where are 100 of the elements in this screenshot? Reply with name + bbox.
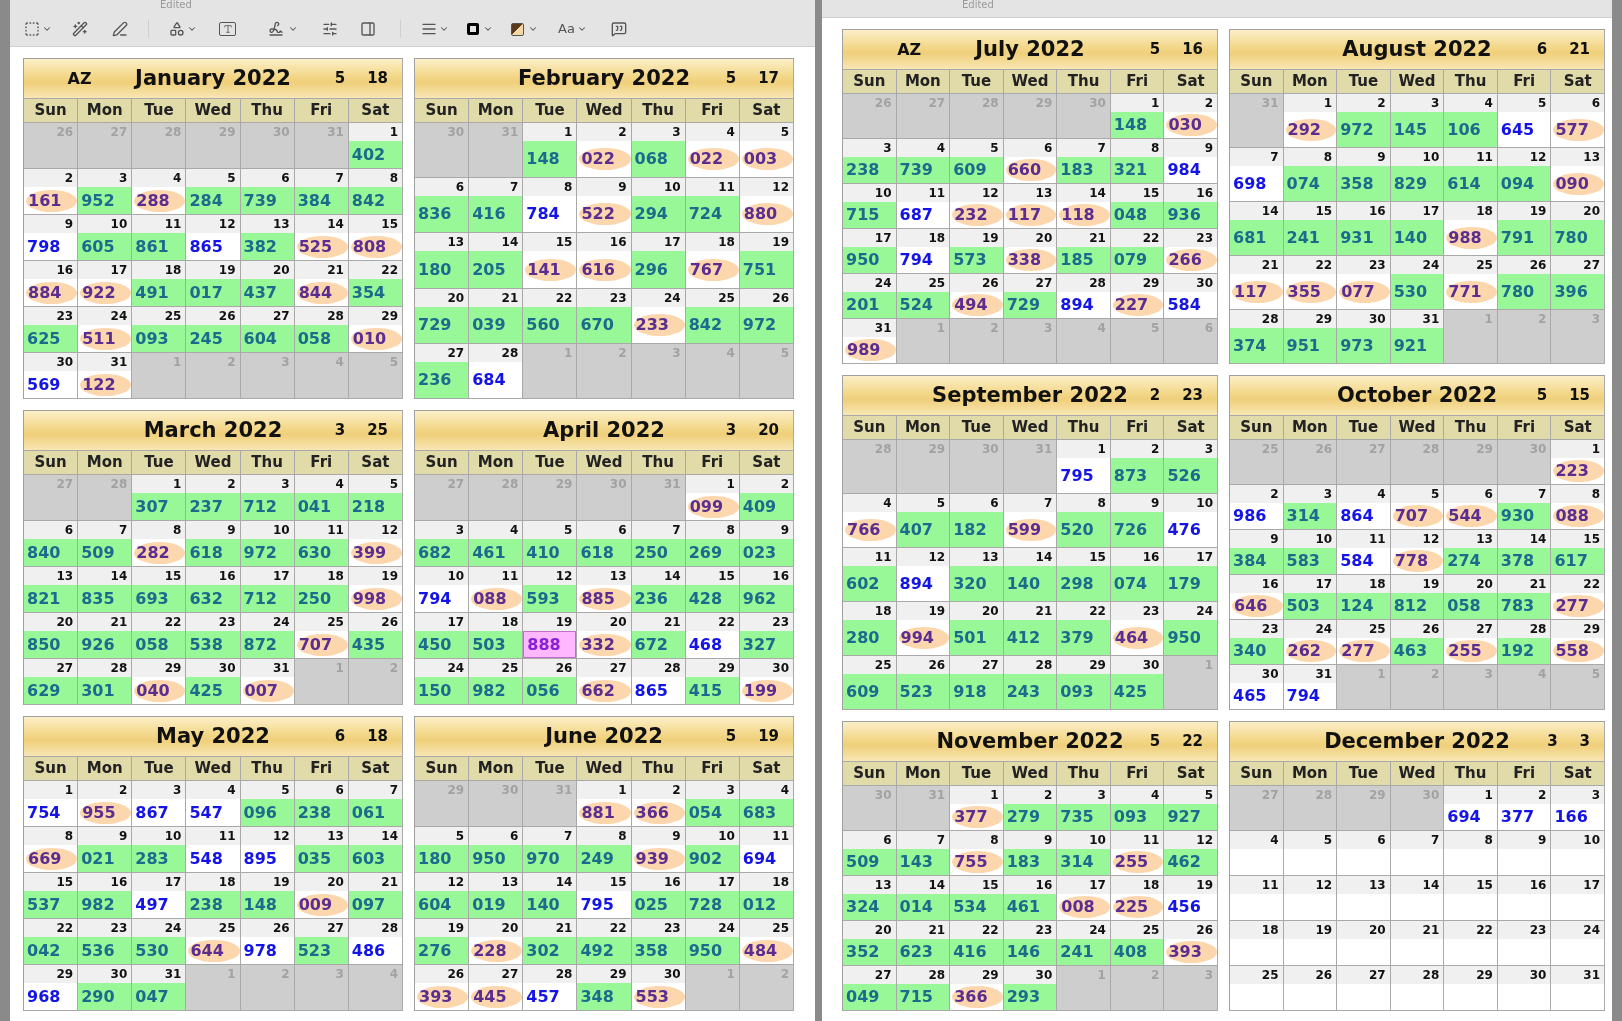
day-value: 238: [843, 157, 896, 183]
day-number: 11: [1337, 530, 1390, 548]
day-value: 623: [896, 939, 950, 965]
day-number: 2: [1164, 94, 1217, 112]
day-number: 25: [1444, 256, 1497, 274]
day-value: 503: [469, 631, 523, 658]
day-value: 751: [739, 251, 793, 288]
day-value: 584: [1340, 550, 1374, 572]
day-number: 27: [1337, 966, 1390, 984]
weekday-label: Thu: [240, 757, 295, 781]
day-number: 4: [469, 521, 523, 539]
day-value: 921: [1390, 328, 1444, 363]
day-number: 11: [1230, 876, 1283, 894]
day-number: 24: [1057, 921, 1110, 939]
day-value: 694: [1447, 806, 1481, 828]
day-number: 19: [348, 567, 402, 585]
highlighted-value: 988: [1446, 226, 1497, 249]
day-number: 15: [950, 876, 1003, 894]
day-number: 16: [631, 873, 685, 891]
day-value: 192: [1497, 638, 1551, 664]
month-title: October 2022: [1336, 381, 1498, 409]
day-number: 3: [843, 139, 896, 157]
day-number: 5: [415, 827, 469, 845]
day-number: 1: [348, 123, 402, 141]
day-value: 842: [348, 187, 402, 214]
day-number: 24: [415, 659, 469, 677]
highlighted-value: 077: [1339, 280, 1390, 303]
day-value: 409: [739, 493, 793, 520]
day-number: 31: [1283, 665, 1337, 683]
day-number: 5: [1164, 786, 1217, 804]
weekday-label: Fri: [1110, 762, 1165, 786]
text-style-tool[interactable]: Aa: [554, 18, 591, 40]
weekday-label: Sat: [739, 99, 794, 123]
highlighted-value: 090: [1553, 172, 1604, 195]
day-number: 21: [348, 873, 402, 891]
day-value: 041: [294, 493, 348, 520]
weekday-label: Sat: [348, 757, 403, 781]
day-number: 20: [843, 921, 896, 939]
day-number: 27: [843, 966, 896, 984]
day-value: 728: [685, 891, 739, 918]
day-number: 13: [469, 873, 523, 891]
day-value: 307: [132, 493, 186, 520]
weekday-label: Fri: [685, 99, 740, 123]
day-value: 237: [186, 493, 240, 520]
weekday-label: Fri: [1110, 70, 1165, 94]
day-number: 30: [1164, 274, 1217, 292]
day-value: 872: [240, 631, 294, 658]
weekday-label: Mon: [1283, 416, 1338, 440]
day-number: 15: [1110, 184, 1164, 202]
highlighted-value: 288: [134, 189, 186, 212]
highlighted-value: 266: [1166, 249, 1217, 271]
weekday-label: Sun: [24, 757, 79, 781]
day-value: 970: [523, 845, 577, 872]
day-number: 1: [1110, 94, 1164, 112]
chevron-icon: [576, 24, 587, 34]
day-number: 21: [631, 613, 685, 631]
shapes-icon: [169, 21, 185, 37]
day-value: 097: [348, 891, 402, 918]
day-number: 16: [1110, 548, 1164, 566]
day-value: 867: [135, 801, 169, 824]
day-number: 2: [24, 169, 78, 187]
highlighted-value: 003: [741, 148, 793, 171]
day-number: 8: [1283, 148, 1337, 166]
highlighted-value: 040: [134, 679, 186, 702]
day-value: 047: [132, 983, 186, 1010]
day-value: 249: [577, 845, 631, 872]
highlighted-value: 292: [1285, 118, 1337, 141]
day-value: 509: [78, 539, 132, 566]
day-number: 22: [950, 921, 1003, 939]
month-count: 16: [1182, 39, 1203, 61]
region-code: AZ: [67, 67, 92, 90]
day-number: 5: [240, 781, 294, 799]
day-number: 24: [1283, 620, 1337, 638]
day-number: 9: [739, 521, 793, 539]
day-number: 26: [523, 659, 577, 677]
highlighted-value: 030: [1166, 114, 1217, 136]
day-number: 16: [1003, 876, 1057, 894]
day-number: 25: [1337, 620, 1390, 638]
day-number: 4: [1337, 485, 1390, 503]
month-count: 25: [367, 420, 388, 442]
day-number: 7: [1057, 139, 1110, 157]
day-value: 183: [1003, 849, 1057, 875]
day-value: 861: [132, 233, 186, 260]
highlighted-value: 766: [845, 518, 896, 541]
weekday-label: Tue: [950, 762, 1004, 786]
day-number: 28: [1057, 274, 1110, 292]
day-number: 25: [896, 274, 950, 292]
highlighted-value: 332: [579, 633, 631, 656]
day-number: 26: [1164, 921, 1217, 939]
weekday-label: Tue: [523, 757, 578, 781]
day-number: 30: [1337, 310, 1390, 328]
day-value: 476: [1167, 518, 1201, 541]
weekday-label: Thu: [1057, 416, 1111, 440]
day-value: 715: [843, 202, 896, 228]
day-value: 683: [739, 799, 793, 826]
day-value: 354: [348, 279, 402, 306]
day-number: 1: [1551, 440, 1604, 458]
weekday-label: Fri: [685, 451, 740, 475]
month-title: April 2022: [543, 416, 665, 444]
day-value: 106: [1444, 112, 1497, 147]
